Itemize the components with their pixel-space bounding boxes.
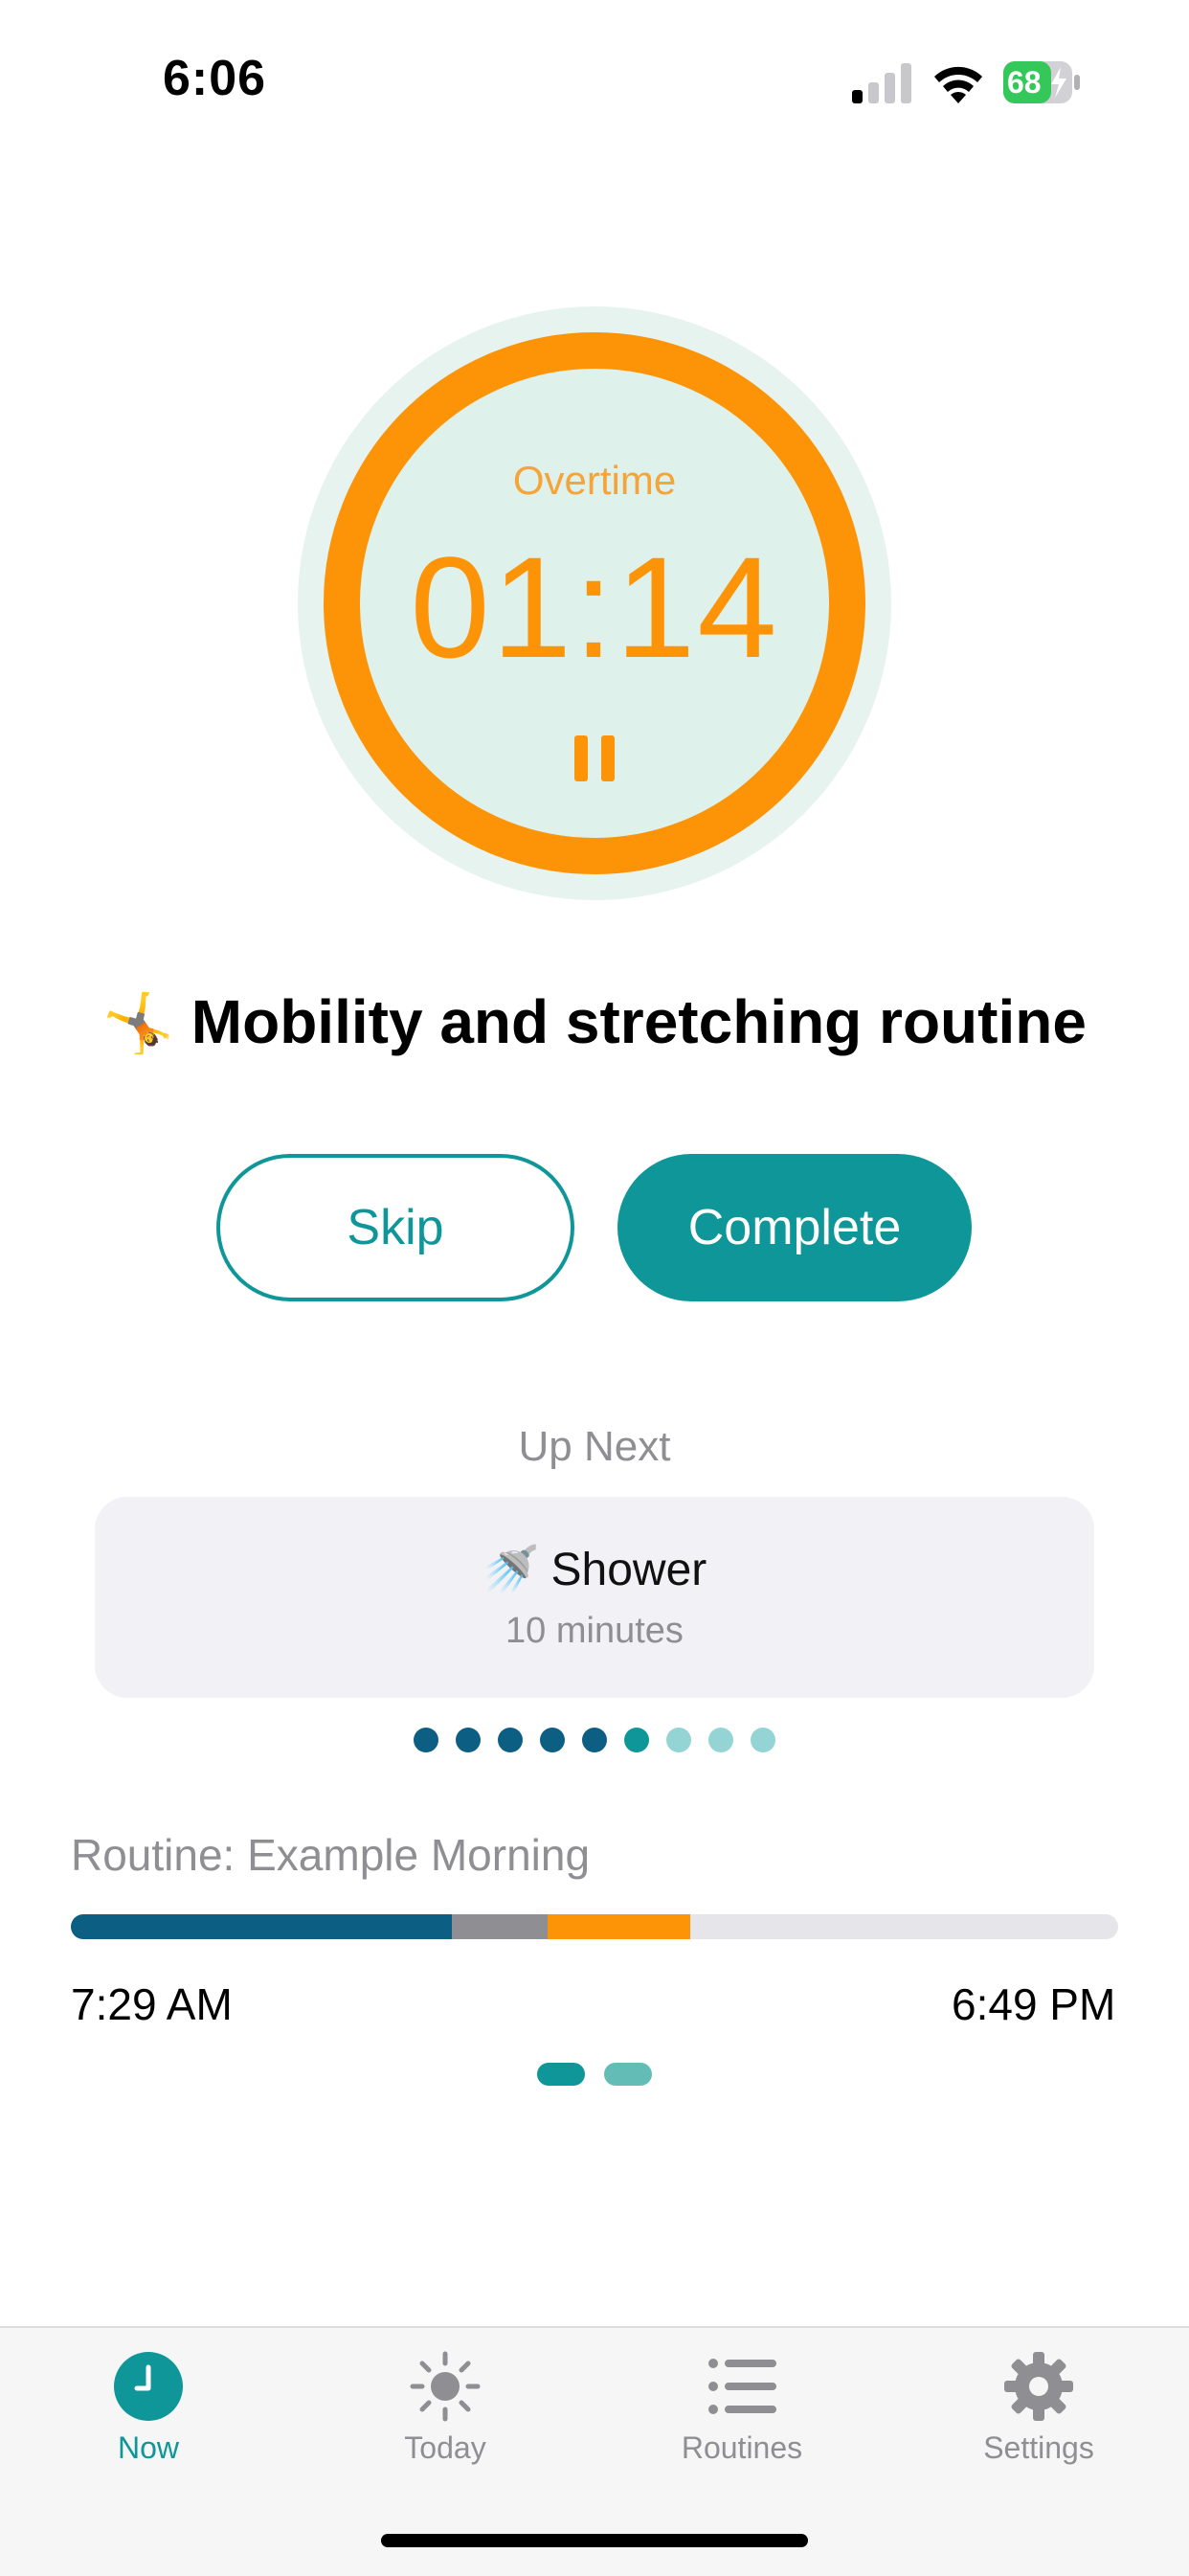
progress-segment: [547, 1914, 690, 1939]
cellular-signal-icon: [852, 63, 911, 103]
up-next-card[interactable]: [95, 1497, 1094, 1698]
task-progress-dots: [0, 1728, 1189, 1752]
pause-button[interactable]: [574, 735, 615, 781]
tab-routines[interactable]: Routines: [627, 2337, 857, 2466]
gear-icon: [1004, 2352, 1073, 2421]
task-dot: [582, 1728, 607, 1752]
routine-label: Routine: Example Morning: [71, 1830, 591, 1880]
routine-progress-bar: [71, 1914, 1118, 1939]
pause-icon-bar-left: [574, 735, 588, 781]
up-next-heading: Up Next: [518, 1423, 671, 1470]
sun-icon: [410, 2351, 481, 2422]
timer-status: Overtime: [512, 458, 677, 503]
tab-settings[interactable]: Settings: [924, 2337, 1154, 2466]
current-task-name: Mobility and stretching routine: [191, 987, 1087, 1056]
timer-value: 01:14: [410, 527, 779, 688]
battery-indicator: 68: [1003, 61, 1080, 103]
task-dot: [540, 1728, 565, 1752]
task-dot: [498, 1728, 523, 1752]
battery-level: 68: [1007, 65, 1042, 100]
progress-segment: [71, 1914, 453, 1939]
routine-start-time: 7:29 AM: [71, 1979, 233, 2029]
up-next-duration: 10 minutes: [505, 1611, 684, 1651]
tab-now-label: Now: [117, 2430, 179, 2465]
routine-end-time: 6:49 PM: [952, 1979, 1116, 2029]
task-dot: [624, 1728, 649, 1752]
page-dot[interactable]: [604, 2063, 652, 2086]
skip-button[interactable]: Skip: [216, 1154, 574, 1301]
status-time: 6:06: [163, 51, 267, 106]
up-next-task-name: Shower: [550, 1545, 707, 1595]
shower-emoji-icon: 🚿: [482, 1545, 540, 1595]
home-indicator: [381, 2534, 808, 2547]
task-dot: [456, 1728, 481, 1752]
tab-today-label: Today: [404, 2430, 486, 2465]
task-dot: [414, 1728, 438, 1752]
wifi-icon: [934, 66, 982, 103]
list-icon: [708, 2359, 776, 2414]
task-dot: [751, 1728, 775, 1752]
page-dot[interactable]: [537, 2063, 585, 2086]
progress-segment: [452, 1914, 548, 1939]
tab-today[interactable]: Today: [330, 2337, 560, 2466]
pause-icon-bar-right: [601, 735, 615, 781]
task-dot: [708, 1728, 733, 1752]
tab-routines-label: Routines: [681, 2430, 803, 2465]
complete-button[interactable]: Complete: [617, 1154, 972, 1301]
page-indicator[interactable]: [0, 2063, 1189, 2086]
current-task-title: 🤸 Mobility and stretching routine: [0, 986, 1189, 1057]
task-dot: [666, 1728, 691, 1752]
cartwheel-emoji-icon: 🤸: [102, 991, 174, 1055]
tab-settings-label: Settings: [983, 2430, 1094, 2465]
tab-now[interactable]: Now: [34, 2337, 263, 2466]
up-next-task: 🚿 Shower: [0, 1542, 1189, 1596]
clock-icon: [114, 2352, 183, 2421]
